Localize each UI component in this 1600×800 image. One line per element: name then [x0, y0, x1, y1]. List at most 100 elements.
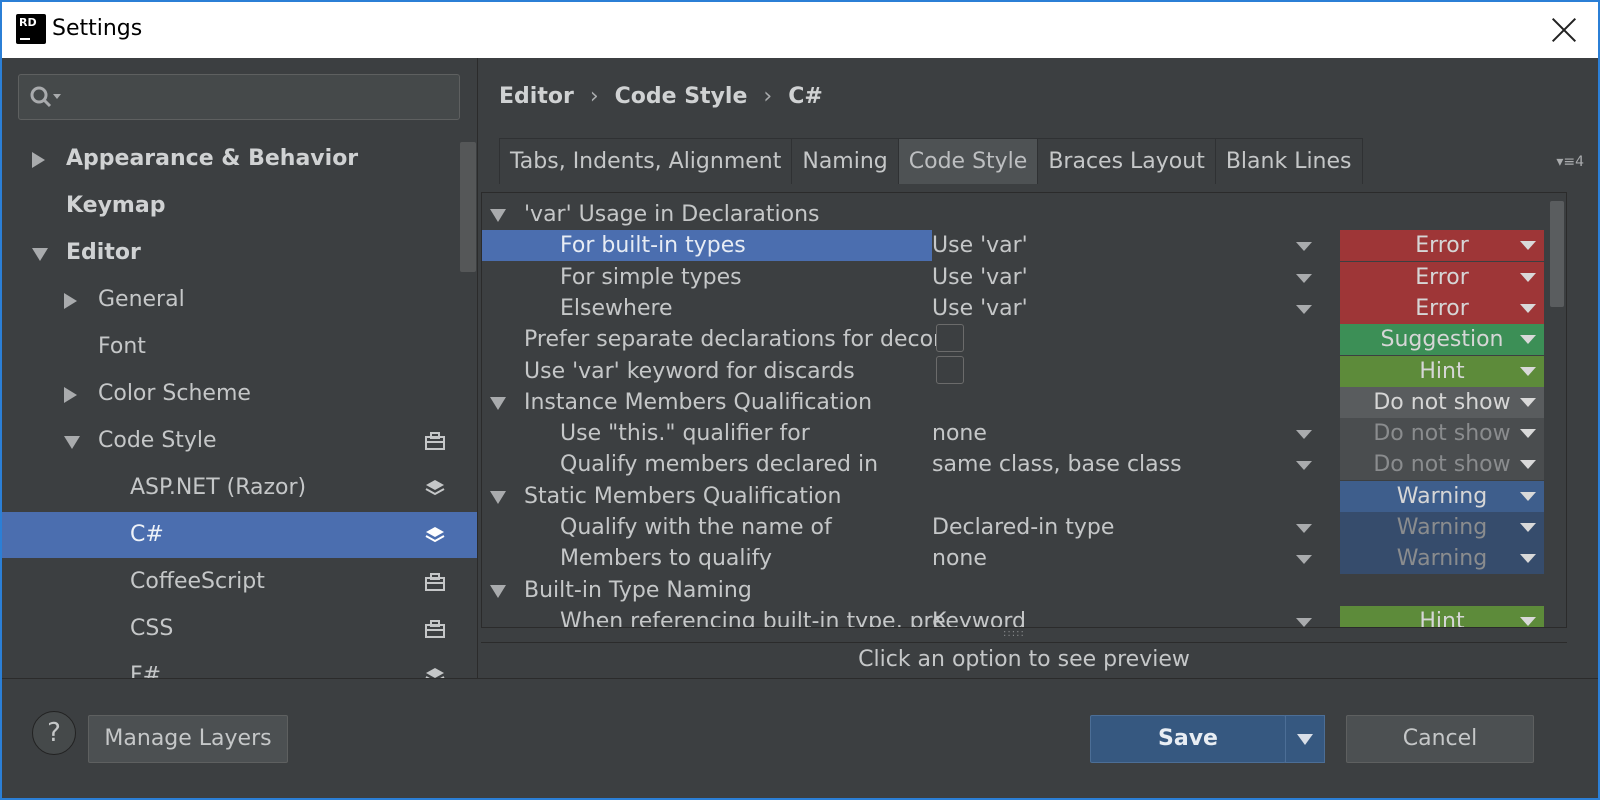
option-row[interactable]: When referencing built-in type, pre Keywo…	[482, 605, 1566, 627]
close-icon[interactable]	[1550, 16, 1578, 44]
sidebar-item[interactable]: Code Style	[2, 418, 477, 464]
search-input[interactable]	[18, 74, 460, 120]
value-dropdown-icon[interactable]	[1296, 273, 1312, 283]
option-value[interactable]: Keyword	[932, 606, 1026, 627]
option-label: Static Members Qualification	[524, 483, 842, 509]
value-dropdown-icon[interactable]	[1296, 617, 1312, 627]
sidebar-item[interactable]: ASP.NET (Razor)	[2, 465, 477, 511]
expand-arrow-icon[interactable]	[32, 248, 48, 261]
option-row[interactable]: For simple types Use 'var' Error	[482, 261, 1566, 293]
tab[interactable]: Naming	[791, 138, 899, 184]
option-value[interactable]: none	[932, 418, 987, 449]
option-row[interactable]: Members to qualify none Warning	[482, 543, 1566, 575]
sidebar-item[interactable]: F#	[2, 653, 477, 678]
option-value[interactable]: Use 'var'	[932, 293, 1028, 324]
sidebar-item[interactable]: C#	[2, 512, 477, 558]
option-row[interactable]: Qualify members declared in same class, b…	[482, 449, 1566, 481]
splitter-handle[interactable]: :::::	[1003, 628, 1025, 639]
value-dropdown-icon[interactable]	[1296, 430, 1312, 440]
chevron-down-icon	[1520, 554, 1536, 564]
sidebar-item[interactable]: CSS	[2, 606, 477, 652]
severity-dropdown[interactable]: Do not show	[1340, 386, 1544, 418]
severity-dropdown[interactable]: Error	[1340, 230, 1544, 262]
severity-dropdown[interactable]: Hint	[1340, 355, 1544, 387]
option-row[interactable]: Use "this." qualifier for none Do not show	[482, 418, 1566, 450]
manage-layers-button[interactable]: Manage Layers	[88, 715, 288, 763]
option-group-row[interactable]: Static Members Qualification Warning	[482, 480, 1566, 512]
option-value[interactable]: Use 'var'	[932, 230, 1028, 261]
chevron-down-icon	[1520, 523, 1536, 532]
sidebar-item[interactable]: Appearance & Behavior	[2, 136, 477, 182]
expand-arrow-icon[interactable]	[490, 490, 506, 504]
value-dropdown-icon[interactable]	[1296, 242, 1312, 252]
severity-label: Error	[1415, 295, 1469, 321]
expand-arrow-icon[interactable]	[490, 209, 506, 222]
value-dropdown-icon[interactable]	[1296, 555, 1312, 565]
severity-dropdown[interactable]: Warning	[1340, 480, 1544, 512]
expand-arrow-icon[interactable]	[490, 584, 506, 598]
option-label: Use 'var' keyword for discards	[524, 358, 855, 384]
sidebar-item[interactable]: Color Scheme	[2, 371, 477, 417]
severity-dropdown[interactable]: Suggestion	[1340, 324, 1544, 356]
options-grid: 'var' Usage in Declarations For built-in …	[481, 192, 1567, 628]
collapse-arrow-icon[interactable]	[32, 152, 45, 168]
sidebar-item-label: Font	[98, 334, 146, 359]
sidebar-item[interactable]: Keymap	[2, 183, 477, 229]
breadcrumb-item[interactable]: C#	[788, 84, 823, 109]
breadcrumb: Editor › Code Style › C#	[499, 84, 823, 109]
save-button[interactable]: Save	[1090, 715, 1286, 763]
tab[interactable]: Braces Layout	[1037, 138, 1216, 184]
severity-dropdown[interactable]: Error	[1340, 292, 1544, 324]
value-dropdown-icon[interactable]	[1296, 304, 1312, 314]
tab[interactable]: Code Style	[897, 138, 1039, 184]
severity-dropdown[interactable]: Do not show	[1340, 418, 1544, 450]
option-row[interactable]: Qualify with the name of Declared-in type…	[482, 512, 1566, 543]
collapse-arrow-icon[interactable]	[64, 293, 77, 309]
tab[interactable]: Tabs, Indents, Alignment	[499, 138, 793, 184]
briefcase-icon	[425, 432, 445, 450]
value-dropdown-icon[interactable]	[1296, 461, 1312, 471]
option-checkbox[interactable]	[936, 355, 964, 384]
option-value[interactable]: same class, base class	[932, 449, 1182, 480]
settings-window: RD Settings Appearance & Behavior Keymap E…	[2, 2, 1598, 798]
expand-arrow-icon[interactable]	[64, 436, 80, 449]
expand-arrow-icon[interactable]	[490, 396, 506, 410]
option-group-row[interactable]: 'var' Usage in Declarations	[482, 199, 1566, 230]
collapse-arrow-icon[interactable]	[64, 387, 77, 403]
option-row[interactable]: Prefer separate declarations for decons S…	[482, 324, 1566, 356]
chevron-down-icon	[1520, 335, 1536, 345]
severity-dropdown[interactable]: Warning	[1340, 512, 1544, 543]
value-dropdown-icon[interactable]	[1296, 524, 1312, 533]
option-label: Prefer separate declarations for decons	[524, 327, 959, 353]
option-row[interactable]: Use 'var' keyword for discards Hint	[482, 355, 1566, 387]
sidebar-item[interactable]: General	[2, 277, 477, 323]
sidebar-item[interactable]: CoffeeScript	[2, 559, 477, 605]
option-row[interactable]: Elsewhere Use 'var' Error	[482, 292, 1566, 324]
option-group-row[interactable]: Instance Members Qualification Do not sho…	[482, 386, 1566, 418]
severity-dropdown[interactable]: Error	[1340, 261, 1544, 293]
tab-overflow-menu[interactable]: ▾≡4	[1556, 154, 1584, 170]
chevron-down-icon	[1520, 397, 1536, 407]
option-row[interactable]: For built-in types Use 'var' Error	[482, 230, 1566, 262]
severity-dropdown[interactable]: Do not show	[1340, 449, 1544, 481]
option-checkbox[interactable]	[936, 324, 964, 353]
sidebar-item[interactable]: Font	[2, 324, 477, 370]
option-label: Members to qualify	[560, 546, 773, 572]
tab[interactable]: Blank Lines	[1214, 138, 1363, 184]
option-value[interactable]: Declared-in type	[932, 512, 1114, 543]
option-value[interactable]: none	[932, 543, 987, 574]
sidebar-scrollbar[interactable]	[460, 142, 476, 272]
severity-dropdown[interactable]: Hint	[1340, 605, 1544, 627]
breadcrumb-item[interactable]: Code Style	[615, 84, 748, 109]
cancel-button[interactable]: Cancel	[1346, 715, 1534, 763]
option-label: Use "this." qualifier for	[560, 421, 810, 447]
save-options-dropdown[interactable]	[1285, 715, 1325, 763]
breadcrumb-item[interactable]: Editor	[499, 84, 574, 109]
option-value[interactable]: Use 'var'	[932, 262, 1028, 293]
chevron-down-icon	[1520, 303, 1536, 313]
chevron-down-icon	[1520, 241, 1536, 251]
help-button[interactable]: ?	[32, 711, 76, 755]
sidebar-item[interactable]: Editor	[2, 230, 477, 276]
option-group-row[interactable]: Built-in Type Naming	[482, 575, 1566, 606]
severity-dropdown[interactable]: Warning	[1340, 543, 1544, 575]
